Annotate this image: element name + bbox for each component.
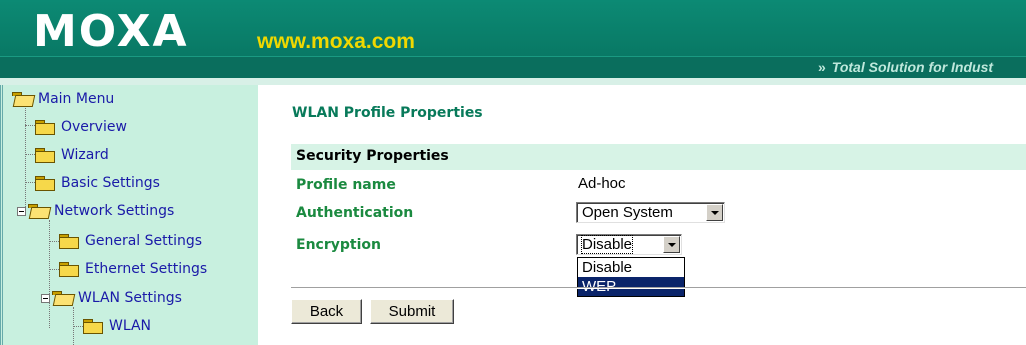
sidebar-item-wlan[interactable]: WLAN bbox=[83, 315, 151, 337]
folder-icon bbox=[83, 319, 103, 334]
open-folder-icon bbox=[28, 204, 48, 218]
encryption-option-disable[interactable]: Disable bbox=[578, 258, 684, 277]
encryption-selected-value: Disable bbox=[580, 235, 634, 254]
tagline: » Total Solution for Indust bbox=[818, 59, 993, 75]
profile-name-label: Profile name bbox=[296, 177, 396, 193]
encryption-select[interactable]: Disable bbox=[576, 234, 682, 255]
sidebar-item-label: Basic Settings bbox=[61, 175, 160, 191]
sidebar-item-label: Main Menu bbox=[38, 91, 115, 107]
encryption-label: Encryption bbox=[296, 237, 381, 253]
site-url[interactable]: www.moxa.com bbox=[257, 30, 415, 54]
sidebar-item-network-settings[interactable]: Network Settings bbox=[17, 200, 174, 222]
divider bbox=[291, 287, 1026, 289]
folder-icon bbox=[35, 148, 55, 163]
submit-button[interactable]: Submit bbox=[370, 299, 454, 324]
tree-line bbox=[49, 269, 59, 270]
moxa-logo: MOXA bbox=[33, 6, 189, 57]
open-folder-icon bbox=[52, 291, 72, 305]
sidebar-item-main-menu[interactable]: Main Menu bbox=[12, 88, 114, 110]
double-chevron-right-icon: » bbox=[818, 59, 826, 75]
sidebar-item-label: WLAN bbox=[109, 318, 152, 334]
folder-icon bbox=[35, 120, 55, 135]
section-title: Security Properties bbox=[296, 148, 449, 164]
sidebar-item-wizard[interactable]: Wizard bbox=[35, 144, 109, 166]
sidebar-item-general-settings[interactable]: General Settings bbox=[59, 230, 202, 252]
banner-divider bbox=[0, 78, 1026, 85]
folder-icon bbox=[35, 176, 55, 191]
chevron-down-icon[interactable] bbox=[706, 204, 723, 221]
tree-line bbox=[25, 154, 35, 155]
tree-line bbox=[25, 125, 35, 126]
sidebar-item-overview[interactable]: Overview bbox=[35, 116, 127, 138]
page-title: WLAN Profile Properties bbox=[292, 105, 483, 121]
back-button[interactable]: Back bbox=[291, 299, 362, 324]
sidebar-item-ethernet-settings[interactable]: Ethernet Settings bbox=[59, 258, 207, 280]
encryption-dropdown-list[interactable]: Disable WEP bbox=[577, 257, 685, 297]
authentication-select[interactable]: Open System bbox=[576, 202, 725, 223]
tree-line bbox=[73, 326, 83, 327]
tagline-text: Total Solution for Indust bbox=[831, 59, 994, 75]
authentication-selected-value: Open System bbox=[582, 204, 673, 221]
collapse-toggle-icon[interactable] bbox=[17, 206, 26, 216]
chevron-down-icon[interactable] bbox=[663, 236, 680, 253]
collapse-toggle-icon[interactable] bbox=[41, 293, 50, 303]
profile-name-value: Ad-hoc bbox=[578, 175, 626, 192]
sidebar-item-label: Overview bbox=[61, 119, 127, 135]
sidebar-item-label: Ethernet Settings bbox=[85, 261, 208, 277]
sidebar-item-label: WLAN Settings bbox=[78, 290, 182, 306]
tree-line bbox=[25, 182, 35, 183]
tree-line bbox=[25, 103, 26, 215]
sidebar-item-label: Network Settings bbox=[54, 203, 175, 219]
folder-icon bbox=[59, 234, 79, 249]
tree-line bbox=[49, 241, 59, 242]
sidebar-item-basic-settings[interactable]: Basic Settings bbox=[35, 172, 160, 194]
tree-line bbox=[49, 220, 50, 328]
folder-icon bbox=[59, 262, 79, 277]
authentication-label: Authentication bbox=[296, 205, 414, 221]
open-folder-icon bbox=[12, 92, 32, 106]
sidebar-item-label: General Settings bbox=[85, 233, 203, 249]
header-banner: MOXA www.moxa.com » Total Solution for In… bbox=[0, 0, 1026, 85]
sidebar-item-wlan-settings[interactable]: WLAN Settings bbox=[41, 287, 182, 309]
sidebar-item-label: Wizard bbox=[61, 147, 109, 163]
